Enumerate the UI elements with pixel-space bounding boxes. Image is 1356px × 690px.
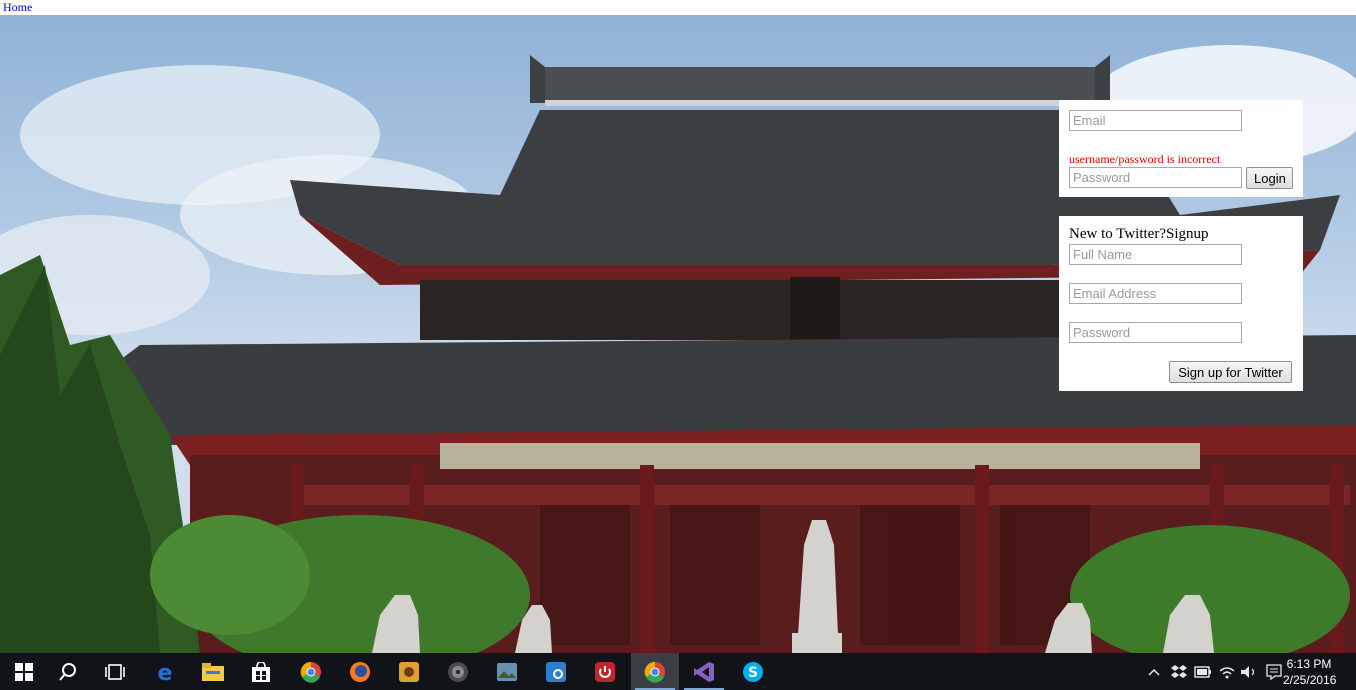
signup-email-input[interactable] bbox=[1069, 283, 1242, 304]
home-link[interactable]: Home bbox=[3, 0, 32, 14]
taskbar-clock[interactable]: 6:13 PM 2/25/2016 bbox=[1283, 656, 1337, 688]
login-email-input[interactable] bbox=[1069, 110, 1242, 131]
battery-icon bbox=[1194, 665, 1211, 678]
signup-submit-button[interactable]: Sign up for Twitter bbox=[1169, 361, 1292, 383]
tray-dropbox[interactable] bbox=[1168, 653, 1190, 690]
task-view-button[interactable] bbox=[91, 653, 139, 690]
taskbar-app-chrome[interactable] bbox=[287, 653, 335, 690]
signup-fullname-input[interactable] bbox=[1069, 244, 1242, 265]
search-button[interactable] bbox=[44, 653, 92, 690]
taskbar-app-power[interactable] bbox=[581, 653, 629, 690]
file-explorer-icon bbox=[202, 662, 224, 681]
taskbar: e S 6:13 PM 2/25/2016 bbox=[0, 653, 1356, 690]
clock-time: 6:13 PM bbox=[1286, 657, 1332, 671]
taskbar-app-settings[interactable] bbox=[532, 653, 580, 690]
tray-action-center[interactable] bbox=[1263, 653, 1285, 690]
taskbar-app-edge[interactable]: e bbox=[141, 653, 189, 690]
show-hidden-icons-button[interactable] bbox=[1144, 653, 1164, 690]
chrome-icon bbox=[300, 661, 321, 683]
taskbar-app-chrome-active[interactable] bbox=[631, 653, 679, 690]
signup-password-input[interactable] bbox=[1069, 322, 1242, 343]
svg-text:S: S bbox=[748, 665, 758, 681]
volume-icon bbox=[1241, 665, 1255, 678]
taskbar-app-skype[interactable]: S bbox=[729, 653, 777, 690]
signup-heading: New to Twitter?Signup bbox=[1069, 226, 1209, 242]
svg-text:e: e bbox=[158, 661, 173, 683]
wifi-icon bbox=[1219, 666, 1235, 678]
login-error-message: username/password is incorrect bbox=[1069, 152, 1221, 166]
settings-app-icon bbox=[546, 661, 566, 682]
clock-date: 2/25/2016 bbox=[1283, 673, 1337, 687]
taskbar-app-speaker[interactable] bbox=[434, 653, 482, 690]
taskbar-app-store[interactable] bbox=[237, 653, 285, 690]
speaker-app-icon bbox=[448, 661, 468, 682]
firefox-icon bbox=[350, 661, 370, 682]
tray-battery[interactable] bbox=[1192, 653, 1214, 690]
store-icon bbox=[252, 661, 270, 682]
login-password-input[interactable] bbox=[1069, 167, 1242, 188]
login-button[interactable]: Login bbox=[1246, 167, 1293, 189]
login-panel: username/password is incorrect Login bbox=[1059, 100, 1303, 197]
start-button[interactable] bbox=[0, 653, 48, 690]
task-view-icon bbox=[105, 663, 125, 680]
visual-studio-icon bbox=[694, 661, 714, 682]
skype-icon: S bbox=[743, 661, 763, 682]
edge-icon: e bbox=[158, 661, 173, 683]
signup-panel: New to Twitter?Signup Sign up for Twitte… bbox=[1059, 216, 1303, 391]
tray-network[interactable] bbox=[1216, 653, 1238, 690]
taskbar-app-file-explorer[interactable] bbox=[189, 653, 237, 690]
top-nav-bar: Home bbox=[0, 0, 1356, 15]
power-app-icon bbox=[595, 661, 615, 682]
search-icon bbox=[59, 662, 76, 681]
media-app-icon bbox=[399, 661, 419, 682]
taskbar-app-media[interactable] bbox=[385, 653, 433, 690]
taskbar-app-firefox[interactable] bbox=[336, 653, 384, 690]
taskbar-app-photos[interactable] bbox=[483, 653, 531, 690]
chevron-up-icon bbox=[1148, 668, 1160, 676]
taskbar-app-visual-studio[interactable] bbox=[680, 653, 728, 690]
notification-icon bbox=[1266, 663, 1282, 680]
dropbox-icon bbox=[1171, 664, 1187, 678]
chrome-icon bbox=[644, 661, 665, 683]
tray-volume[interactable] bbox=[1238, 653, 1260, 690]
windows-start-icon bbox=[15, 662, 33, 681]
photos-app-icon bbox=[497, 662, 517, 681]
